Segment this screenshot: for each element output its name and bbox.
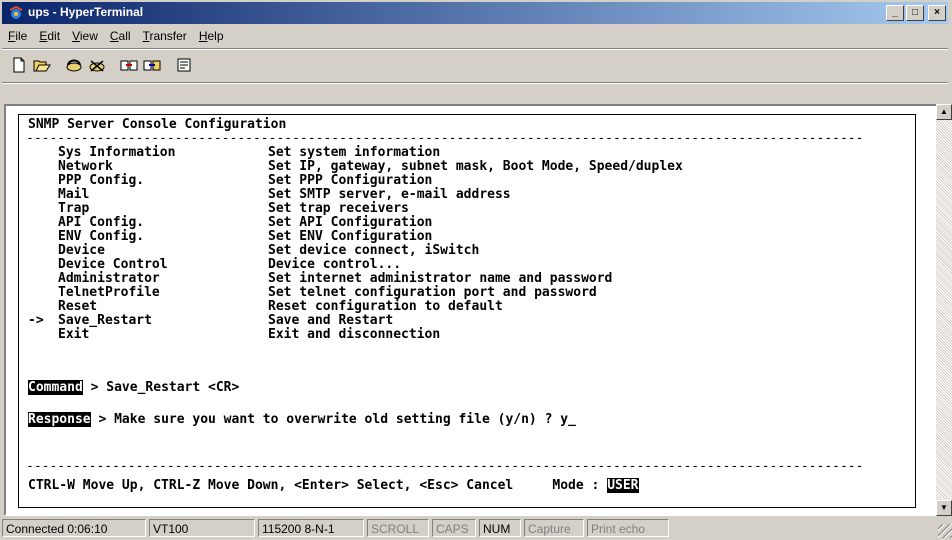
close-button[interactable]: × (928, 5, 946, 21)
status-print-echo: Print echo (587, 519, 669, 537)
response-label: Response (28, 412, 91, 427)
status-num: NUM (479, 519, 521, 537)
hyperterminal-window: ups - HyperTerminal _ □ × File Edit View… (0, 0, 952, 540)
menu-help-label: elp (207, 29, 224, 43)
console-menu-item-desc: Reset configuration to default (268, 299, 503, 314)
status-capture: Capture (524, 519, 584, 537)
menu-file-label: ile (15, 29, 28, 43)
console-menu-item-desc: Set system information (268, 145, 441, 160)
toolbar-separator (2, 82, 948, 84)
text-cursor: _ (568, 412, 576, 427)
console-menu-item-name: Mail (58, 187, 90, 202)
console-menu-item-name: API Config. (58, 215, 145, 230)
scroll-down-icon[interactable]: ▼ (936, 500, 952, 516)
resize-grip-icon[interactable] (938, 524, 952, 538)
console-menu-item-name: Trap (58, 201, 90, 216)
response-line[interactable]: Response > Make sure you want to overwri… (28, 412, 576, 427)
console-header: SNMP Server Console Configuration (28, 117, 287, 132)
menu-separator (2, 48, 948, 50)
header-divider: ----------------------------------------… (26, 134, 864, 144)
menu-edit[interactable]: Edit (33, 29, 66, 43)
console-menu-item-desc: Set internet administrator name and pass… (268, 271, 613, 286)
hyperterminal-app-icon (9, 5, 23, 19)
menu-call-accel: C (109, 29, 119, 43)
menu-call-label: all (118, 29, 131, 43)
console-menu-item-desc: Set ENV Configuration (268, 229, 433, 244)
console-menu-item-desc: Set SMTP server, e-mail address (268, 187, 511, 202)
scroll-up-icon[interactable]: ▲ (936, 104, 952, 120)
properties-icon[interactable] (173, 54, 195, 76)
console-menu-item-desc: Set trap receivers (268, 201, 409, 216)
receive-icon[interactable] (141, 54, 163, 76)
disconnect-icon[interactable] (86, 54, 108, 76)
menu-bar: File Edit View Call Transfer Help (2, 26, 230, 46)
command-label: Command (28, 380, 83, 395)
footer-divider: ----------------------------------------… (26, 462, 864, 472)
console-menu-item-desc: Set telnet configuration port and passwo… (268, 285, 597, 300)
status-connected: Connected 0:06:10 (2, 519, 146, 537)
console-menu-item-name: Device Control (58, 257, 168, 272)
menu-view-label: iew (79, 29, 98, 43)
menu-edit-label: dit (47, 29, 61, 43)
console-menu-item-name: Network (58, 159, 113, 174)
console-menu-item-name: ENV Config. (58, 229, 145, 244)
menu-view-accel: V (72, 29, 80, 43)
console-menu-item-name: PPP Config. (58, 173, 145, 188)
window-title: ups - HyperTerminal (28, 5, 144, 19)
console-menu-item-name: Save_Restart (58, 313, 152, 328)
command-line: Command > Save_Restart <CR> (28, 380, 240, 395)
console-menu-item-name: Administrator (58, 271, 160, 286)
terminal-frame: SNMP Server Console Configuration ------… (4, 104, 938, 516)
console-menu-item-desc: Set device connect, iSwitch (268, 243, 480, 258)
footer-hints: CTRL-W Move Up, CTRL-Z Move Down, <Enter… (28, 478, 639, 493)
status-port: 115200 8-N-1 (258, 519, 364, 537)
terminal-screen[interactable]: SNMP Server Console Configuration ------… (6, 106, 934, 512)
console-menu-item-desc: Set PPP Configuration (268, 173, 433, 188)
response-text: > Make sure you want to overwrite old se… (90, 412, 569, 427)
console-menu-item-name: Device (58, 243, 105, 258)
status-caps: CAPS (432, 519, 476, 537)
menu-file[interactable]: File (2, 29, 33, 43)
console-menu-item-name: Exit (58, 327, 90, 342)
command-text: > Save_Restart <CR> (82, 380, 240, 395)
console-menu-item-name: Reset (58, 299, 98, 314)
console-menu-item-desc: Save and Restart (268, 313, 394, 328)
vertical-scrollbar[interactable]: ▲ ▼ (936, 104, 952, 516)
console-menu-item-desc: Device control... (268, 257, 402, 272)
menu-transfer-label: ransfer (149, 29, 187, 43)
console-menu-item-name: Sys Information (58, 145, 176, 160)
minimize-button[interactable]: _ (886, 5, 904, 21)
new-icon[interactable] (8, 54, 30, 76)
title-bar[interactable]: ups - HyperTerminal _ □ × (2, 2, 948, 24)
console-menu-item-desc: Set IP, gateway, subnet mask, Boot Mode,… (268, 159, 683, 174)
footer-text: CTRL-W Move Up, CTRL-Z Move Down, <Enter… (28, 478, 608, 493)
console-menu-item-desc: Set API Configuration (268, 215, 433, 230)
send-icon[interactable] (118, 54, 140, 76)
scroll-track[interactable] (936, 120, 952, 500)
status-scroll: SCROLL (367, 519, 429, 537)
status-emulation: VT100 (149, 519, 255, 537)
menu-view[interactable]: View (66, 29, 104, 43)
menu-transfer[interactable]: Transfer (137, 29, 193, 43)
maximize-button[interactable]: □ (906, 5, 924, 21)
toolbar (8, 52, 195, 78)
menu-help[interactable]: Help (193, 29, 230, 43)
mode-badge: USER (607, 478, 639, 493)
open-icon[interactable] (31, 54, 53, 76)
menu-call[interactable]: Call (104, 29, 137, 43)
connect-icon[interactable] (63, 54, 85, 76)
status-bar: Connected 0:06:10 VT100 115200 8-N-1 SCR… (0, 516, 952, 540)
selection-marker: -> (28, 313, 44, 328)
console-menu-item-desc: Exit and disconnection (268, 327, 441, 342)
console-menu-item-name: TelnetProfile (58, 285, 160, 300)
